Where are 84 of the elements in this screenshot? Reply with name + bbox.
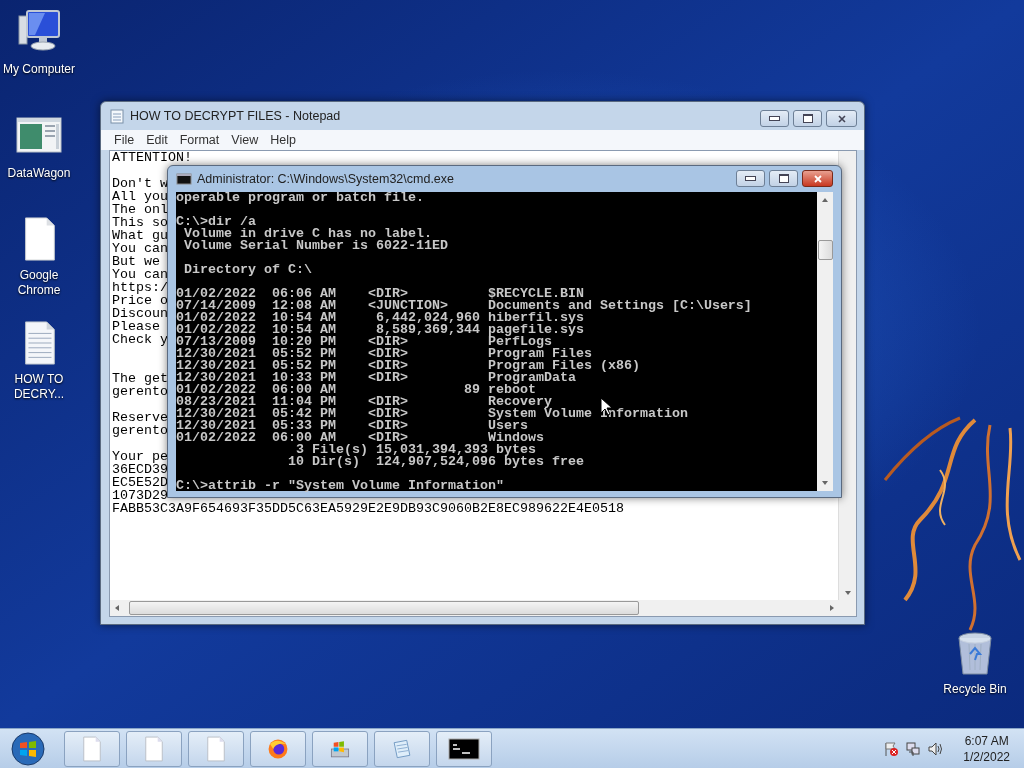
console-line: 12/30/2021 10:33 PM <DIR> ProgramData [176,372,576,384]
clock-date: 1/2/2022 [963,748,1010,765]
close-button[interactable] [802,170,833,187]
text-line: You can [112,242,168,255]
text-line: Price o [112,294,168,307]
text-line: 36ECD39 [112,463,168,476]
notepad-icon [109,108,125,124]
maximize-button[interactable] [769,170,798,187]
text-line: You can [112,268,168,281]
text-line: Your pe [112,450,168,463]
console-line: 12/30/2021 05:42 PM <DIR> System Volume Information [176,408,688,420]
text-line: What gu [112,229,168,242]
menu-item[interactable]: Format [174,133,225,147]
text-line: EC5E52D [112,476,168,489]
console-line: 01/02/2022 06:06 AM <DIR> $RECYCLE.BIN [176,288,584,300]
scroll-up-icon[interactable] [821,196,829,204]
close-icon [812,173,823,184]
console-line: operable program or batch file. [176,192,424,204]
taskbar-button[interactable] [436,730,492,767]
file-icon [205,735,227,762]
icon-label[interactable]: My Computer [1,62,77,77]
close-icon [836,113,847,124]
console-line: 10 Dir(s) 124,907,524,096 bytes free [286,456,584,468]
clock-time: 6:07 AM [964,732,1009,749]
text-line: The onl [112,203,168,216]
minimize-button[interactable] [760,110,789,127]
scroll-left-icon[interactable] [113,604,121,612]
console-line: 01/02/2022 06:00 AM <DIR> Windows [176,432,544,444]
console-line: Directory of C:\ [183,264,312,276]
menu-item[interactable]: File [109,133,140,147]
close-button[interactable] [826,110,857,127]
scroll-thumb[interactable] [129,601,639,615]
text-line: ATTENTION! [112,151,192,164]
icon-label[interactable]: HOW TO DECRY... [1,372,77,402]
maximize-button[interactable] [793,110,822,127]
speaker-icon[interactable] [927,740,944,757]
console-line: 01/02/2022 10:54 AM 8,589,369,344 pagefile.sys [176,324,584,336]
scroll-right-icon[interactable] [828,604,836,612]
console-line: 12/30/2021 05:52 PM <DIR> Program Files (x86) [176,360,640,372]
text-line: But we [112,255,160,268]
console-line: Volume Serial Number is 6022-11ED [183,240,448,252]
console-line: C:\>dir /a [176,216,256,228]
console-line: 07/13/2009 10:20 PM <DIR> PerfLogs [176,336,552,348]
network-icon[interactable] [905,740,922,757]
menu-item[interactable]: View [226,133,264,147]
console-line: 12/30/2021 05:52 PM <DIR> Program Files [176,348,592,360]
text-line: FABB53C3A9F654693F35DD5C63EA5929E2E9DB93C9060B2E8EC989622E4E0518 [112,502,624,515]
console-line: 01/02/2022 06:00 AM 89 reboot [176,384,536,396]
text-line: Reserve [112,411,168,424]
text-line: Check y [112,333,168,346]
scroll-thumb[interactable] [817,240,833,260]
minimize-button[interactable] [736,170,765,187]
console-line: Volume in drive C has no label. [183,228,432,240]
text-line: 1073D29 [112,489,168,502]
text-line: gerento [112,424,168,437]
icon-label[interactable]: Google Chrome [1,268,77,298]
text-line: All you [112,190,168,203]
menu-item[interactable]: Edit [141,133,173,147]
file-icon [143,735,165,762]
vertical-scrollbar[interactable] [817,192,833,491]
console-icon [448,736,480,761]
scroll-down-icon[interactable] [821,479,829,487]
icon-label[interactable]: Recycle Bin [937,682,1013,697]
menu-item[interactable]: Help [265,133,301,147]
console-line: 12/30/2021 05:33 PM <DIR> Users [176,420,528,432]
file-icon [81,735,103,762]
console-line: 01/02/2022 10:54 AM 6,442,024,960 hiberfil.sys [176,312,584,324]
text-line: Please [112,320,160,333]
text-line: https:/ [112,281,168,294]
console-line: C:\>attrib -r "System Volume Information" [176,480,504,492]
console-line: 07/14/2009 12:08 AM <JUNCTION> Documents and Settings [C:\Users] [176,300,752,312]
window-title: HOW TO DECRYPT FILES - Notepad [130,109,341,123]
console-line: 3 File(s) 15,031,394,393 bytes [295,444,536,456]
text-line: Discoun [112,307,168,320]
console-line: 08/23/2021 11:04 PM <DIR> Recovery [176,396,552,408]
flag-icon[interactable] [883,740,900,757]
text-line: This so [112,216,168,229]
text-line: The get [112,372,168,385]
text-line: gerento [112,385,168,398]
window-title: Administrator: C:\Windows\System32\cmd.exe [197,172,455,186]
clock[interactable]: 6:07 AM 1/2/2022 [949,732,1018,765]
taskbar-button[interactable] [250,730,306,767]
icon-label[interactable]: DataWagon [1,166,77,181]
console-icon [176,171,192,187]
